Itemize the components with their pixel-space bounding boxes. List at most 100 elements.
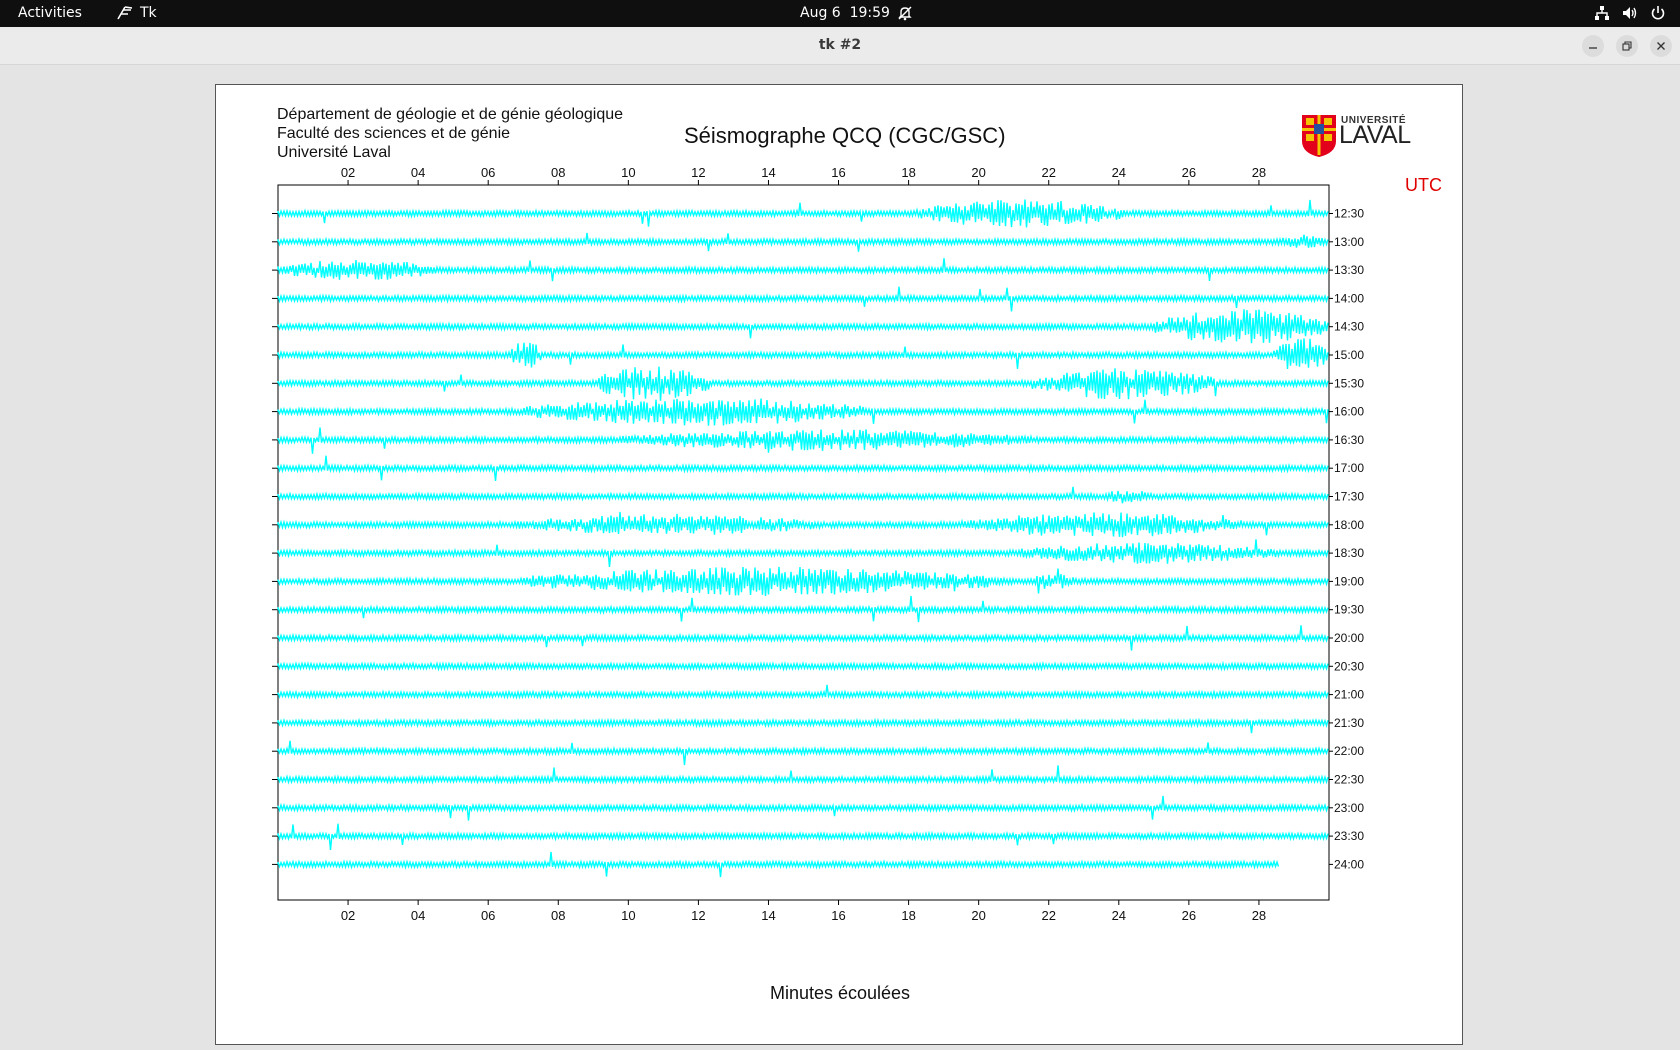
- seismic-trace: [277, 366, 1329, 401]
- x-tick-label-top: 22: [1041, 165, 1055, 180]
- close-icon: [1657, 42, 1665, 50]
- volume-icon: [1623, 7, 1637, 19]
- y-tick-label: 15:00: [1334, 348, 1364, 362]
- y-tick-label: 15:30: [1334, 376, 1364, 390]
- y-tick-label: 22:30: [1334, 773, 1364, 787]
- x-tick-label-bottom: 14: [761, 908, 775, 923]
- x-tick-label-bottom: 24: [1112, 908, 1126, 923]
- x-tick-label-top: 18: [901, 165, 915, 180]
- seismic-trace: [277, 309, 1329, 344]
- y-tick-label: 18:30: [1334, 546, 1364, 560]
- y-tick-label: 23:00: [1334, 801, 1364, 815]
- y-tick-label: 19:30: [1334, 603, 1364, 617]
- seismic-trace: [277, 258, 1329, 282]
- app-menu[interactable]: Tk: [116, 5, 157, 21]
- x-tick-label-bottom: 10: [621, 908, 635, 923]
- x-tick-label-top: 14: [761, 165, 775, 180]
- y-tick-label: 21:30: [1334, 716, 1364, 730]
- y-tick-label: 20:00: [1334, 631, 1364, 645]
- seismogram-plot: 02 04 06 08 10 12 14 16 18 20 22 24 26 28 02 04 06 08 10 1…: [272, 165, 1364, 923]
- seismic-trace: [277, 595, 1329, 623]
- seismic-trace: [277, 286, 1329, 312]
- y-tick-label: 20:30: [1334, 659, 1364, 673]
- window-title: tk #2: [818, 37, 862, 53]
- x-tick-label-bottom: 28: [1252, 908, 1266, 923]
- y-tick-label: 18:00: [1334, 518, 1364, 532]
- power-icon: [1651, 6, 1665, 20]
- y-tick-label: 16:00: [1334, 405, 1364, 419]
- y-tick-label: 14:00: [1334, 291, 1364, 305]
- window-content: Département de géologie et de génie géol…: [0, 65, 1680, 1050]
- seismic-trace: [277, 398, 1329, 426]
- seismic-trace: [277, 427, 1329, 454]
- x-tick-label-bottom: 02: [341, 908, 355, 923]
- maximize-button[interactable]: [1616, 35, 1638, 57]
- y-tick-label: 16:30: [1334, 433, 1364, 447]
- activities-button[interactable]: Activities: [18, 5, 82, 21]
- seismic-trace: [277, 823, 1329, 850]
- seismic-trace: [277, 511, 1329, 538]
- close-button[interactable]: [1650, 35, 1672, 57]
- x-tick-label-bottom: 06: [481, 908, 495, 923]
- x-tick-label-bottom: 04: [411, 908, 425, 923]
- x-tick-label-bottom: 12: [691, 908, 705, 923]
- seismograph-canvas: Département de géologie et de génie géol…: [215, 84, 1463, 1045]
- seismic-trace: [277, 740, 1329, 766]
- x-tick-label-bottom: 08: [551, 908, 565, 923]
- y-tick-label: 17:00: [1334, 461, 1364, 475]
- minimize-button[interactable]: [1582, 35, 1604, 57]
- x-tick-label-top: 26: [1182, 165, 1196, 180]
- seismic-trace: [277, 660, 1329, 672]
- notifications-muted-icon[interactable]: [897, 5, 913, 21]
- seismic-trace: [277, 625, 1329, 651]
- x-tick-label-top: 12: [691, 165, 705, 180]
- x-tick-label-bottom: 20: [971, 908, 985, 923]
- x-tick-label-top: 24: [1112, 165, 1126, 180]
- y-tick-label: 24:00: [1334, 857, 1364, 871]
- seismic-trace: [277, 851, 1280, 878]
- y-tick-label: 22:00: [1334, 744, 1364, 758]
- x-tick-label-top: 08: [551, 165, 565, 180]
- seismic-trace: [277, 539, 1329, 567]
- x-tick-label-top: 02: [341, 165, 355, 180]
- system-status-area[interactable]: [1594, 5, 1666, 21]
- x-tick-label-bottom: 16: [831, 908, 845, 923]
- seismic-trace: [277, 765, 1329, 785]
- seismic-trace: [277, 232, 1329, 252]
- clock[interactable]: Aug 6 19:59: [800, 5, 890, 21]
- seismic-trace: [277, 338, 1329, 370]
- x-tick-label-top: 04: [411, 165, 425, 180]
- x-axis-label: Minutes écoulées: [769, 983, 911, 1003]
- y-tick-label: 21:00: [1334, 688, 1364, 702]
- seismic-trace: [277, 795, 1329, 821]
- y-tick-label: 13:00: [1334, 235, 1364, 249]
- x-tick-label-top: 28: [1252, 165, 1266, 180]
- y-tick-label: 13:30: [1334, 263, 1364, 277]
- x-ticks-top: 02 04 06 08 10 12 14 16 18 20 22 24 26 28: [341, 165, 1266, 185]
- x-tick-label-top: 20: [971, 165, 985, 180]
- seismic-trace: [277, 566, 1329, 596]
- seismic-trace: [277, 455, 1329, 481]
- x-tick-label-bottom: 18: [901, 908, 915, 923]
- minimize-icon: [1589, 47, 1597, 49]
- x-tick-label-top: 16: [831, 165, 845, 180]
- app-feather-icon: [117, 6, 133, 20]
- clock-time: 19:59: [849, 5, 890, 21]
- network-icon: [1595, 6, 1609, 20]
- y-tick-label: 17:30: [1334, 490, 1364, 504]
- y-tick-label: 12:30: [1334, 207, 1364, 221]
- plot-frame: [277, 184, 1330, 901]
- seismic-trace: [277, 199, 1329, 228]
- x-tick-label-bottom: 26: [1182, 908, 1196, 923]
- restore-icon: [1622, 41, 1632, 51]
- window-titlebar: tk #2: [0, 27, 1680, 65]
- y-ticks: 12:30 13:00 13:30 14:00 14:30 15:00 15:30 16:00…: [272, 207, 1364, 871]
- traces: [277, 199, 1329, 878]
- seismic-trace: [277, 684, 1329, 701]
- x-tick-label-top: 06: [481, 165, 495, 180]
- x-ticks-bottom: 02 04 06 08 10 12 14 16 18 20 22 24 26 28: [341, 900, 1266, 923]
- y-tick-label: 14:30: [1334, 320, 1364, 334]
- seismic-trace: [277, 486, 1329, 504]
- app-name: Tk: [140, 5, 157, 21]
- clock-date: Aug 6: [800, 5, 841, 21]
